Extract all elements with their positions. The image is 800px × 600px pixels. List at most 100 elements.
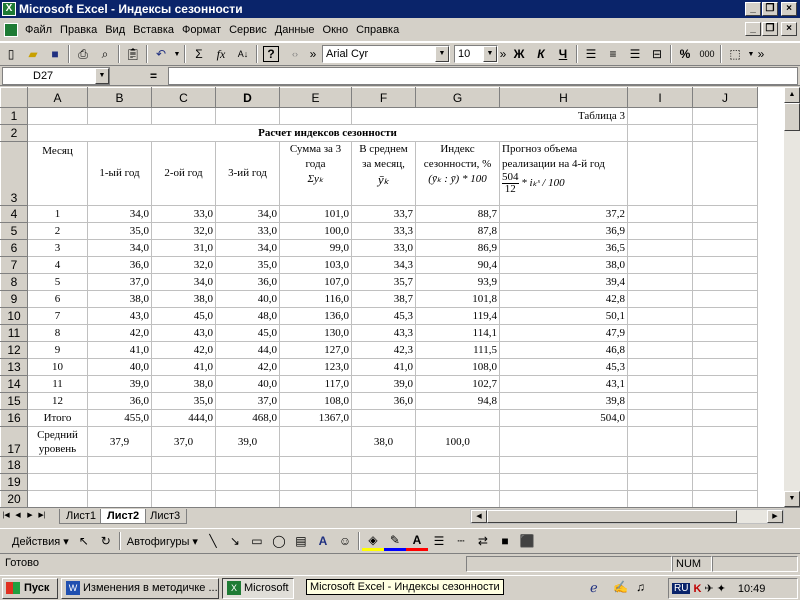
cell[interactable]: [627, 141, 693, 206]
cell[interactable]: 33,0: [215, 222, 280, 240]
chevron-down-icon[interactable]: ▼: [95, 68, 109, 84]
cell[interactable]: [279, 473, 352, 491]
cell[interactable]: 35,0: [151, 392, 216, 410]
cell[interactable]: 33,3: [351, 222, 416, 240]
cell[interactable]: 444,0: [151, 409, 216, 427]
cell[interactable]: 102,7: [415, 375, 500, 393]
cell[interactable]: [627, 290, 693, 308]
line-icon[interactable]: ╲: [202, 531, 224, 551]
cell[interactable]: [692, 456, 758, 474]
cell[interactable]: 45,3: [499, 358, 628, 376]
cell[interactable]: [279, 107, 352, 125]
print-preview-icon[interactable]: ⌕: [94, 44, 116, 64]
scroll-thumb[interactable]: [784, 103, 800, 131]
cell[interactable]: 42,8: [499, 290, 628, 308]
column-header[interactable]: J: [692, 87, 758, 108]
row-header[interactable]: 3: [0, 141, 28, 206]
cell[interactable]: [151, 107, 216, 125]
header-cell[interactable]: 1-ый год: [87, 141, 152, 206]
free-rotate-icon[interactable]: ↻: [95, 531, 117, 551]
cell[interactable]: 31,0: [151, 239, 216, 257]
header-cell[interactable]: 2-ой год: [151, 141, 216, 206]
cell[interactable]: [627, 456, 693, 474]
column-header[interactable]: B: [87, 87, 152, 108]
cell[interactable]: 108,0: [415, 358, 500, 376]
office-assistant-icon[interactable]: ‹›: [282, 44, 308, 64]
cell[interactable]: 455,0: [87, 409, 152, 427]
cell[interactable]: 100,0: [279, 222, 352, 240]
cell[interactable]: 41,0: [87, 341, 152, 359]
cell[interactable]: 130,0: [279, 324, 352, 342]
bold-button[interactable]: Ж: [508, 44, 530, 64]
cell[interactable]: 40,0: [87, 358, 152, 376]
spreadsheet-grid[interactable]: A B C D E F G H I J 1 Таблица 3 2 Расчет ин…: [0, 87, 784, 507]
borders-dropdown-icon[interactable]: ▼: [746, 44, 756, 64]
cell[interactable]: [499, 456, 628, 474]
last-sheet-icon[interactable]: ▶|: [36, 509, 48, 523]
cell[interactable]: [499, 490, 628, 507]
cell[interactable]: 37,0: [151, 426, 216, 457]
task-excel[interactable]: X Microsoft: [222, 577, 294, 599]
cell[interactable]: [627, 205, 693, 223]
lang-indicator[interactable]: RU: [672, 583, 691, 594]
cell[interactable]: 45,0: [151, 307, 216, 325]
menu-help[interactable]: Справка: [352, 24, 403, 36]
cell[interactable]: [692, 358, 758, 376]
row-header[interactable]: 11: [0, 324, 28, 342]
cell[interactable]: 33,0: [351, 239, 416, 257]
cell[interactable]: 42,0: [215, 358, 280, 376]
table-title[interactable]: Расчет индексов сезонности: [27, 124, 628, 142]
cell[interactable]: [151, 456, 216, 474]
cell[interactable]: [279, 456, 352, 474]
align-center-icon[interactable]: ≡: [602, 44, 624, 64]
cell[interactable]: 35,7: [351, 273, 416, 291]
cell[interactable]: [415, 409, 500, 427]
borders-icon[interactable]: ⬚: [724, 44, 746, 64]
cell[interactable]: 35,0: [215, 256, 280, 274]
cell[interactable]: 94,8: [415, 392, 500, 410]
first-sheet-icon[interactable]: |◀: [0, 509, 12, 523]
cell[interactable]: [279, 426, 352, 457]
cell[interactable]: [692, 307, 758, 325]
column-header[interactable]: E: [279, 87, 352, 108]
cell[interactable]: [692, 205, 758, 223]
formula-input[interactable]: [168, 67, 798, 85]
cell[interactable]: 36,0: [351, 392, 416, 410]
column-header[interactable]: C: [151, 87, 216, 108]
font-color-icon[interactable]: A: [405, 531, 428, 551]
toolbar-options-icon[interactable]: »: [756, 44, 766, 64]
cell[interactable]: 2: [27, 222, 88, 240]
italic-button[interactable]: К: [530, 44, 552, 64]
cell[interactable]: 34,0: [87, 205, 152, 223]
cell[interactable]: 40,0: [215, 290, 280, 308]
cell[interactable]: [627, 409, 693, 427]
prev-sheet-icon[interactable]: ◀: [12, 509, 24, 523]
cell[interactable]: 86,9: [415, 239, 500, 257]
cell[interactable]: [692, 392, 758, 410]
menu-window[interactable]: Окно: [319, 24, 353, 36]
cell[interactable]: 45,3: [351, 307, 416, 325]
underline-button[interactable]: Ч: [552, 44, 574, 64]
sort-ascending-icon[interactable]: A↓: [232, 44, 254, 64]
column-header[interactable]: I: [627, 87, 693, 108]
cell[interactable]: 32,0: [151, 222, 216, 240]
row-header[interactable]: 2: [0, 124, 28, 142]
next-sheet-icon[interactable]: ▶: [24, 509, 36, 523]
row-header[interactable]: 8: [0, 273, 28, 291]
cell[interactable]: 38,0: [151, 375, 216, 393]
cell[interactable]: [692, 124, 758, 142]
header-cell[interactable]: Индекс сезонности, % (ȳₖ : ȳ) * 100: [415, 141, 500, 206]
doc-restore-button[interactable]: ❐: [762, 22, 778, 36]
cell[interactable]: 48,0: [215, 307, 280, 325]
cell[interactable]: 468,0: [215, 409, 280, 427]
cell[interactable]: 42,0: [87, 324, 152, 342]
cell[interactable]: [215, 107, 280, 125]
cell[interactable]: 93,9: [415, 273, 500, 291]
cell[interactable]: 38,0: [87, 290, 152, 308]
column-header[interactable]: H: [499, 87, 628, 108]
cell[interactable]: [415, 456, 500, 474]
row-header[interactable]: 18: [0, 456, 28, 474]
row-header[interactable]: 10: [0, 307, 28, 325]
cell[interactable]: [692, 409, 758, 427]
cell[interactable]: 50,1: [499, 307, 628, 325]
